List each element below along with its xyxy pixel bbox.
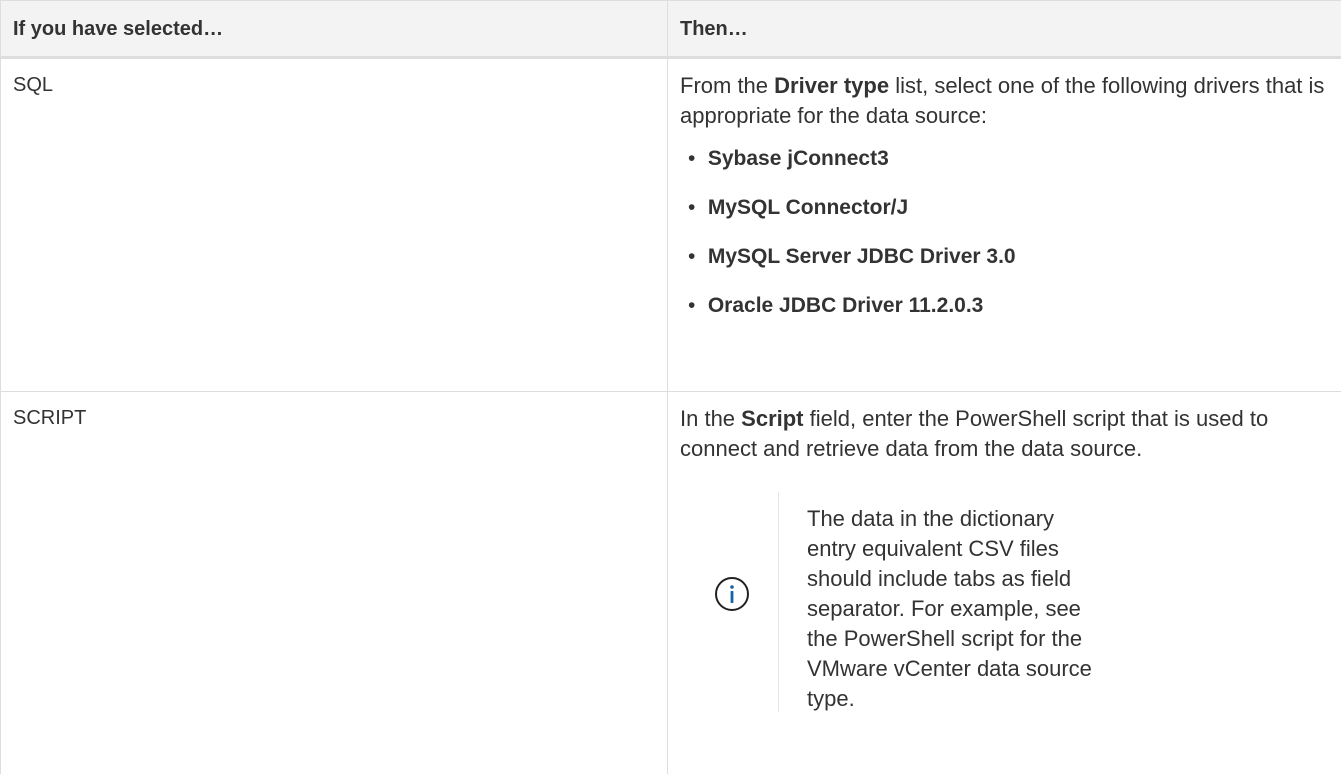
note-icon-column [688,492,779,712]
bullet-icon: • [688,243,702,271]
sql-instructions: From the Driver type list, select one of… [680,71,1333,131]
table-row: SQL From the Driver type list, select on… [1,58,1341,392]
header-cell-then: Then… [668,1,1341,58]
selection-table-container: If you have selected… Then… SQL From the… [0,0,1341,774]
driver-name: Sybase jConnect3 [708,147,889,170]
action-cell: From the Driver type list, select one of… [668,58,1341,392]
driver-name: Oracle JDBC Driver 11.2.0.3 [708,294,984,317]
intro-prefix: In the [680,406,741,431]
selection-cell: SCRIPT [1,392,668,774]
selection-cell: SQL [1,58,668,392]
intro-prefix: From the [680,73,774,98]
selection-table: If you have selected… Then… SQL From the… [0,0,1341,774]
action-cell: In the Script field, enter the PowerShel… [668,392,1341,774]
list-item: • MySQL Connector/J [688,194,1333,222]
bullet-icon: • [688,145,702,173]
driver-list: • Sybase jConnect3 • MySQL Connector/J •… [680,145,1333,320]
script-instructions: In the Script field, enter the PowerShel… [680,404,1333,464]
header-label-selected: If you have selected… [1,1,667,41]
table-row: SCRIPT In the Script field, enter the Po… [1,392,1341,774]
selection-value: SQL [1,59,667,97]
list-item: • MySQL Server JDBC Driver 3.0 [688,243,1333,271]
bullet-icon: • [688,292,702,320]
header-cell-selected: If you have selected… [1,1,668,58]
note-text: The data in the dictionary entry equival… [779,492,1107,712]
info-icon [714,576,750,612]
list-item: • Oracle JDBC Driver 11.2.0.3 [688,292,1333,320]
script-field-label: Script [741,406,803,431]
list-item: • Sybase jConnect3 [688,145,1333,173]
driver-name: MySQL Server JDBC Driver 3.0 [708,245,1016,268]
driver-name: MySQL Connector/J [708,196,908,219]
table-header-row: If you have selected… Then… [1,1,1341,58]
selection-value: SCRIPT [1,392,667,430]
header-label-then: Then… [668,1,1341,41]
driver-type-label: Driver type [774,73,889,98]
info-note: The data in the dictionary entry equival… [688,492,1333,712]
bullet-icon: • [688,194,702,222]
